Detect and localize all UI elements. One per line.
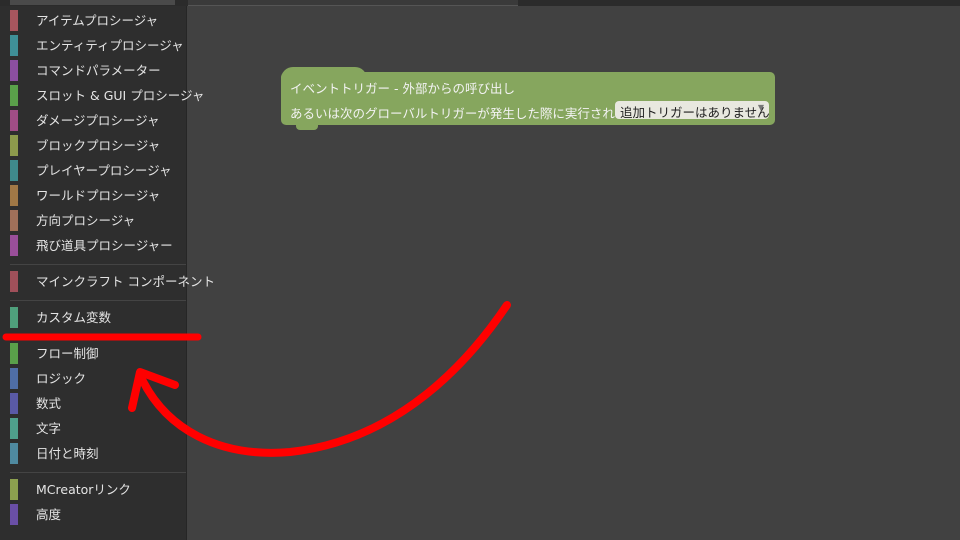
curved-arrow-icon [136, 301, 511, 457]
annotation-overlay [2, 301, 511, 457]
